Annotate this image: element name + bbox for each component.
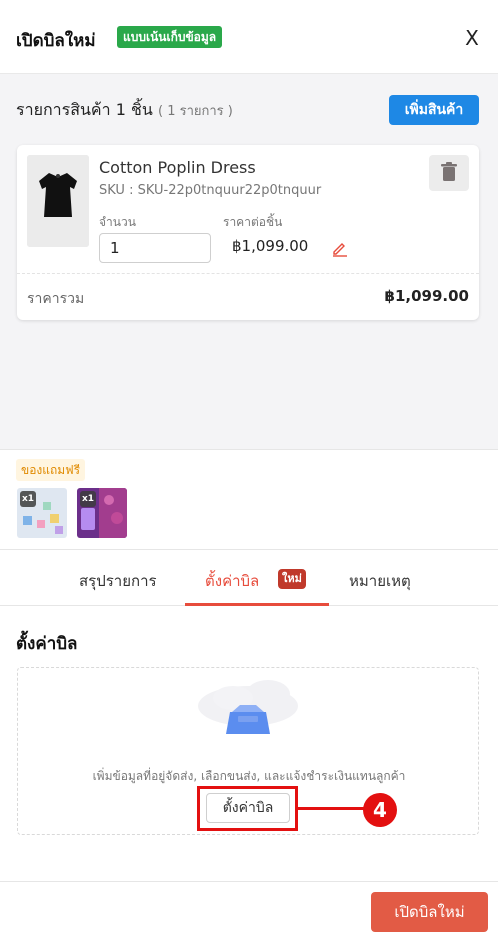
add-product-button[interactable]: เพิ่มสินค้า bbox=[389, 95, 479, 125]
items-count: ( 1 รายการ ) bbox=[158, 104, 233, 119]
header: เปิดบิลใหม่ แบบเน้นเก็บข้อมูล X bbox=[0, 0, 498, 74]
callout-line bbox=[298, 807, 366, 810]
open-new-bill-button[interactable]: เปิดบิลใหม่ bbox=[371, 892, 488, 932]
total-value: ฿1,099.00 bbox=[384, 287, 469, 305]
tab-summary[interactable]: สรุปรายการ bbox=[79, 569, 157, 593]
gift-item[interactable]: x1 bbox=[77, 488, 127, 538]
delete-product-button[interactable] bbox=[429, 155, 469, 191]
tab-bill-settings[interactable]: ตั้งค่าบิล bbox=[205, 569, 259, 593]
tab-notes[interactable]: หมายเหตุ bbox=[349, 569, 411, 593]
quantity-label: จำนวน bbox=[99, 215, 136, 229]
close-icon[interactable]: X bbox=[460, 24, 484, 52]
footer: เปิดบิลใหม่ bbox=[0, 881, 498, 936]
quantity-input[interactable]: 1 bbox=[99, 233, 211, 263]
tab-bar: สรุปรายการ ตั้งค่าบิล ใหม่ หมายเหตุ bbox=[0, 551, 498, 606]
unit-price-label: ราคาต่อชิ้น bbox=[223, 215, 283, 229]
mode-badge: แบบเน้นเก็บข้อมูล bbox=[117, 26, 223, 48]
page-title: เปิดบิลใหม่ bbox=[16, 31, 96, 51]
product-card: Cotton Poplin Dress SKU : SKU-22p0tnquur… bbox=[17, 145, 479, 320]
product-image bbox=[27, 155, 89, 247]
items-title: รายการสินค้า 1 ชิ้น bbox=[16, 100, 153, 119]
active-tab-indicator bbox=[185, 603, 329, 606]
unit-price-value: ฿1,099.00 bbox=[232, 237, 309, 255]
free-gifts-section: ของแถมฟรี x1 x1 bbox=[0, 449, 498, 550]
product-name: Cotton Poplin Dress bbox=[99, 158, 256, 177]
product-sku: SKU : SKU-22p0tnquur22p0tnquur bbox=[99, 183, 322, 198]
empty-state-text: เพิ่มข้อมูลที่อยู่จัดส่ง, เลือกขนส่ง, แล… bbox=[92, 769, 406, 783]
new-badge: ใหม่ bbox=[278, 569, 306, 589]
edit-price-icon[interactable] bbox=[331, 239, 349, 257]
gift-quantity-badge: x1 bbox=[80, 491, 96, 507]
free-gift-tag: ของแถมฟรี bbox=[16, 459, 86, 481]
total-label: ราคารวม bbox=[27, 291, 85, 307]
step-number-badge: 4 bbox=[363, 793, 397, 827]
bill-settings-title: ตั้งค่าบิล bbox=[16, 634, 78, 654]
gift-item[interactable]: x1 bbox=[17, 488, 67, 538]
highlight-box bbox=[197, 786, 298, 831]
trash-icon bbox=[441, 162, 457, 181]
card-divider bbox=[17, 273, 479, 274]
empty-box-icon bbox=[198, 680, 298, 734]
gift-quantity-badge: x1 bbox=[20, 491, 36, 507]
